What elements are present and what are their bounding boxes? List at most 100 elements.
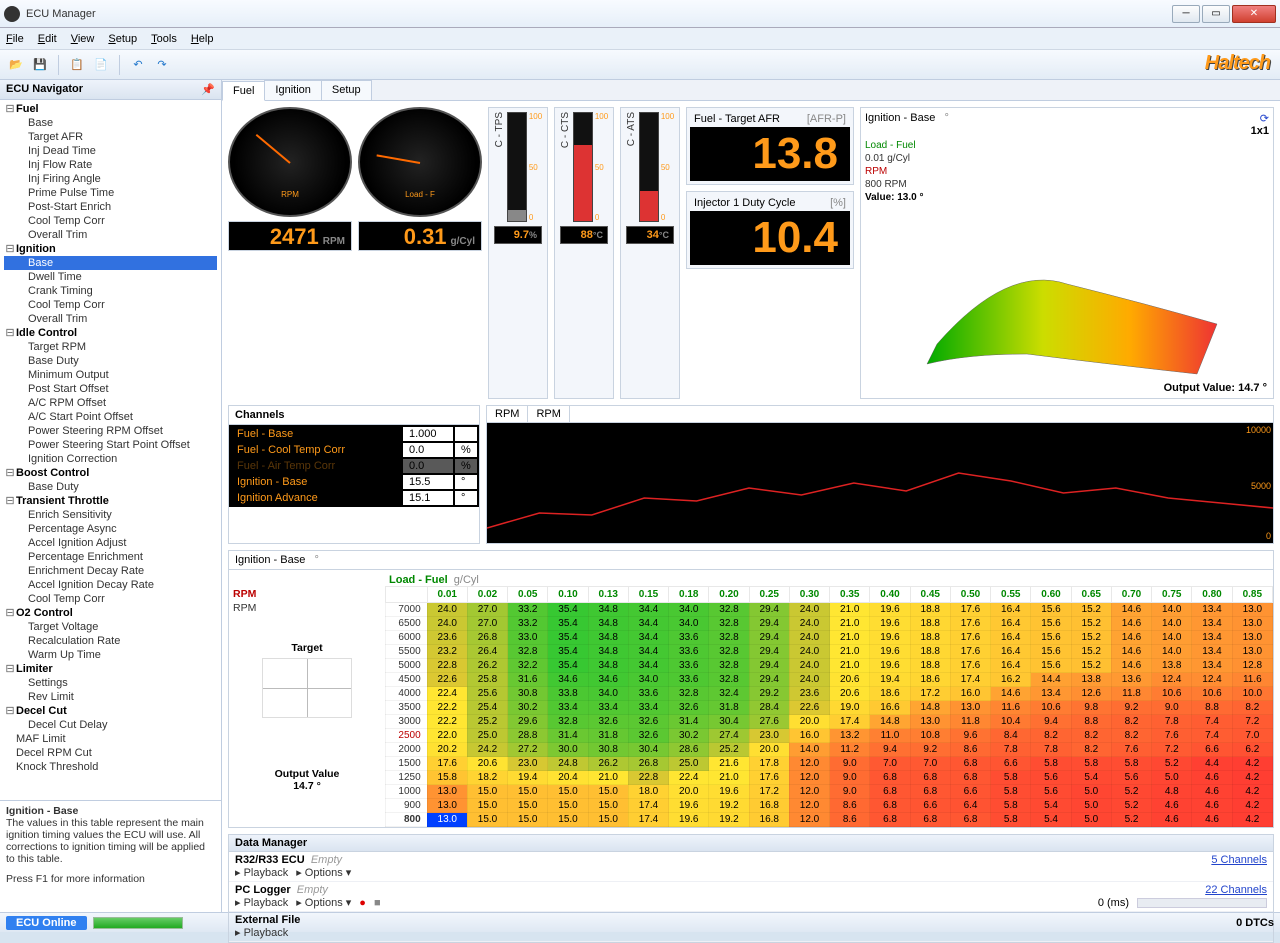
pin-icon[interactable]: 📌 [201, 83, 215, 96]
tree-item[interactable]: Minimum Output [4, 368, 217, 382]
tree-item[interactable]: Knock Threshold [4, 760, 217, 774]
menu-tools[interactable]: Tools [151, 33, 177, 45]
undo-icon[interactable]: ↶ [128, 55, 148, 75]
maximize-button[interactable]: ▭ [1202, 5, 1230, 23]
graph-tab[interactable]: RPM [487, 406, 528, 422]
tree-group-decel-cut[interactable]: ⊟Decel Cut [4, 704, 217, 718]
window-title: ECU Manager [26, 8, 1170, 20]
tree-item[interactable]: Prime Pulse Time [4, 186, 217, 200]
dmgr-playback[interactable]: ▸ Playback [235, 926, 288, 939]
tree-item[interactable]: Inj Flow Rate [4, 158, 217, 172]
open-icon[interactable]: 📂 [6, 55, 26, 75]
load-readout: 0.31g/Cyl [358, 221, 482, 251]
redo-icon[interactable]: ↷ [152, 55, 172, 75]
titlebar: ECU Manager ─ ▭ ✕ [0, 0, 1280, 28]
tree-item[interactable]: Accel Ignition Decay Rate [4, 578, 217, 592]
tree-item[interactable]: A/C RPM Offset [4, 396, 217, 410]
tree-item[interactable]: Target Voltage [4, 620, 217, 634]
rpm-graph-panel: RPMRPM 10000 5000 0 [486, 405, 1274, 544]
graph-tab[interactable]: RPM [528, 406, 569, 422]
afr-display: Fuel - Target AFR[AFR-P] 13.8 [686, 107, 854, 185]
tree-item[interactable]: Recalculation Rate [4, 634, 217, 648]
menu-view[interactable]: View [71, 33, 95, 45]
dmgr-source: R32/R33 ECU Empty5 Channels▸ Playback▸ O… [229, 852, 1273, 882]
rpm-gauge: RPM [228, 107, 352, 217]
close-button[interactable]: ✕ [1232, 5, 1276, 23]
tree-item[interactable]: Decel Cut Delay [4, 718, 217, 732]
main-tabs: FuelIgnitionSetup [222, 80, 1280, 101]
menu-help[interactable]: Help [191, 33, 214, 45]
map-3d-panel: Ignition - Base °⟳ 1x1 Load - Fuel0.01 g… [860, 107, 1274, 399]
tree-item[interactable]: Enrich Sensitivity [4, 508, 217, 522]
tree-item[interactable]: Decel RPM Cut [4, 746, 217, 760]
tree-item[interactable]: Crank Timing [4, 284, 217, 298]
tab-fuel[interactable]: Fuel [222, 81, 265, 101]
tree-item[interactable]: Cool Temp Corr [4, 298, 217, 312]
paste-icon[interactable]: 📄 [91, 55, 111, 75]
tree-item[interactable]: Inj Firing Angle [4, 172, 217, 186]
tree-item[interactable]: Settings [4, 676, 217, 690]
tree-item[interactable]: Overall Trim [4, 228, 217, 242]
tree-item[interactable]: Base Duty [4, 354, 217, 368]
tree-group-boost-control[interactable]: ⊟Boost Control [4, 466, 217, 480]
dmgr-playback[interactable]: ▸ Playback [235, 866, 288, 879]
ignition-table-panel: Ignition - Base ° Load - Fuel g/Cyl RPM … [228, 550, 1274, 828]
tree-item[interactable]: Post Start Offset [4, 382, 217, 396]
save-icon[interactable]: 💾 [30, 55, 50, 75]
tree-item[interactable]: Power Steering RPM Offset [4, 424, 217, 438]
tree-item[interactable]: Post-Start Enrich [4, 200, 217, 214]
tab-setup[interactable]: Setup [321, 80, 372, 100]
tree-group-idle-control[interactable]: ⊟Idle Control [4, 326, 217, 340]
tree-item[interactable]: Cool Temp Corr [4, 592, 217, 606]
bar-ccts: C - CTS10050088°C [554, 107, 614, 399]
tab-ignition[interactable]: Ignition [264, 80, 321, 100]
tree-item[interactable]: Base [4, 116, 217, 130]
tree-item[interactable]: Percentage Async [4, 522, 217, 536]
nav-title: ECU Navigator [6, 83, 83, 96]
tree-item[interactable]: Target RPM [4, 340, 217, 354]
menu-edit[interactable]: Edit [38, 33, 57, 45]
tree-item[interactable]: Base [4, 256, 217, 270]
record-icon[interactable]: ● [359, 897, 366, 909]
dmgr-options[interactable]: ▸ Options ▾ [296, 866, 351, 879]
tree-group-limiter[interactable]: ⊟Limiter [4, 662, 217, 676]
minimize-button[interactable]: ─ [1172, 5, 1200, 23]
tree-item[interactable]: Ignition Correction [4, 452, 217, 466]
tree-group-transient-throttle[interactable]: ⊟Transient Throttle [4, 494, 217, 508]
data-manager: Data Manager R32/R33 ECU Empty5 Channels… [228, 834, 1274, 943]
tree-group-ignition[interactable]: ⊟Ignition [4, 242, 217, 256]
dmgr-source: External File ▸ Playback [229, 912, 1273, 942]
dmgr-playback[interactable]: ▸ Playback [235, 896, 288, 909]
tree-item[interactable]: Overall Trim [4, 312, 217, 326]
tree-item[interactable]: A/C Start Point Offset [4, 410, 217, 424]
row-headers: RPM RPM TargetOutput Value14.7 ° [229, 586, 385, 827]
help-body: The values in this table represent the m… [6, 817, 215, 865]
help-footer: Press F1 for more information [6, 873, 215, 885]
copy-icon[interactable]: 📋 [67, 55, 87, 75]
tree-item[interactable]: Base Duty [4, 480, 217, 494]
tree-item[interactable]: Warm Up Time [4, 648, 217, 662]
tree-item[interactable]: MAF Limit [4, 732, 217, 746]
tree-item[interactable]: Percentage Enrichment [4, 550, 217, 564]
tree-item[interactable]: Enrichment Decay Rate [4, 564, 217, 578]
menubar: File Edit View Setup Tools Help [0, 28, 1280, 50]
menu-setup[interactable]: Setup [108, 33, 137, 45]
ignition-grid[interactable]: 0.010.020.050.100.130.150.180.200.250.30… [385, 586, 1273, 827]
nav-tree[interactable]: ⊟FuelBaseTarget AFRInj Dead TimeInj Flow… [0, 100, 221, 800]
stop-icon[interactable]: ■ [374, 897, 381, 909]
menu-file[interactable]: File [6, 33, 24, 45]
refresh-icon[interactable]: ⟳ [1260, 112, 1269, 125]
tree-item[interactable]: Target AFR [4, 130, 217, 144]
dmgr-options[interactable]: ▸ Options ▾ [296, 896, 351, 909]
tree-item[interactable]: Inj Dead Time [4, 144, 217, 158]
tree-item[interactable]: Power Steering Start Point Offset [4, 438, 217, 452]
load-gauge: Load - F [358, 107, 482, 217]
tree-item[interactable]: Dwell Time [4, 270, 217, 284]
tree-item[interactable]: Accel Ignition Adjust [4, 536, 217, 550]
dmgr-source: PC Logger Empty22 Channels▸ Playback▸ Op… [229, 882, 1273, 912]
tree-item[interactable]: Cool Temp Corr [4, 214, 217, 228]
tree-group-fuel[interactable]: ⊟Fuel [4, 102, 217, 116]
tree-group-o2-control[interactable]: ⊟O2 Control [4, 606, 217, 620]
tree-item[interactable]: Rev Limit [4, 690, 217, 704]
main-panel: FuelIgnitionSetup RPM 2471RPM Load - F 0… [222, 80, 1280, 912]
